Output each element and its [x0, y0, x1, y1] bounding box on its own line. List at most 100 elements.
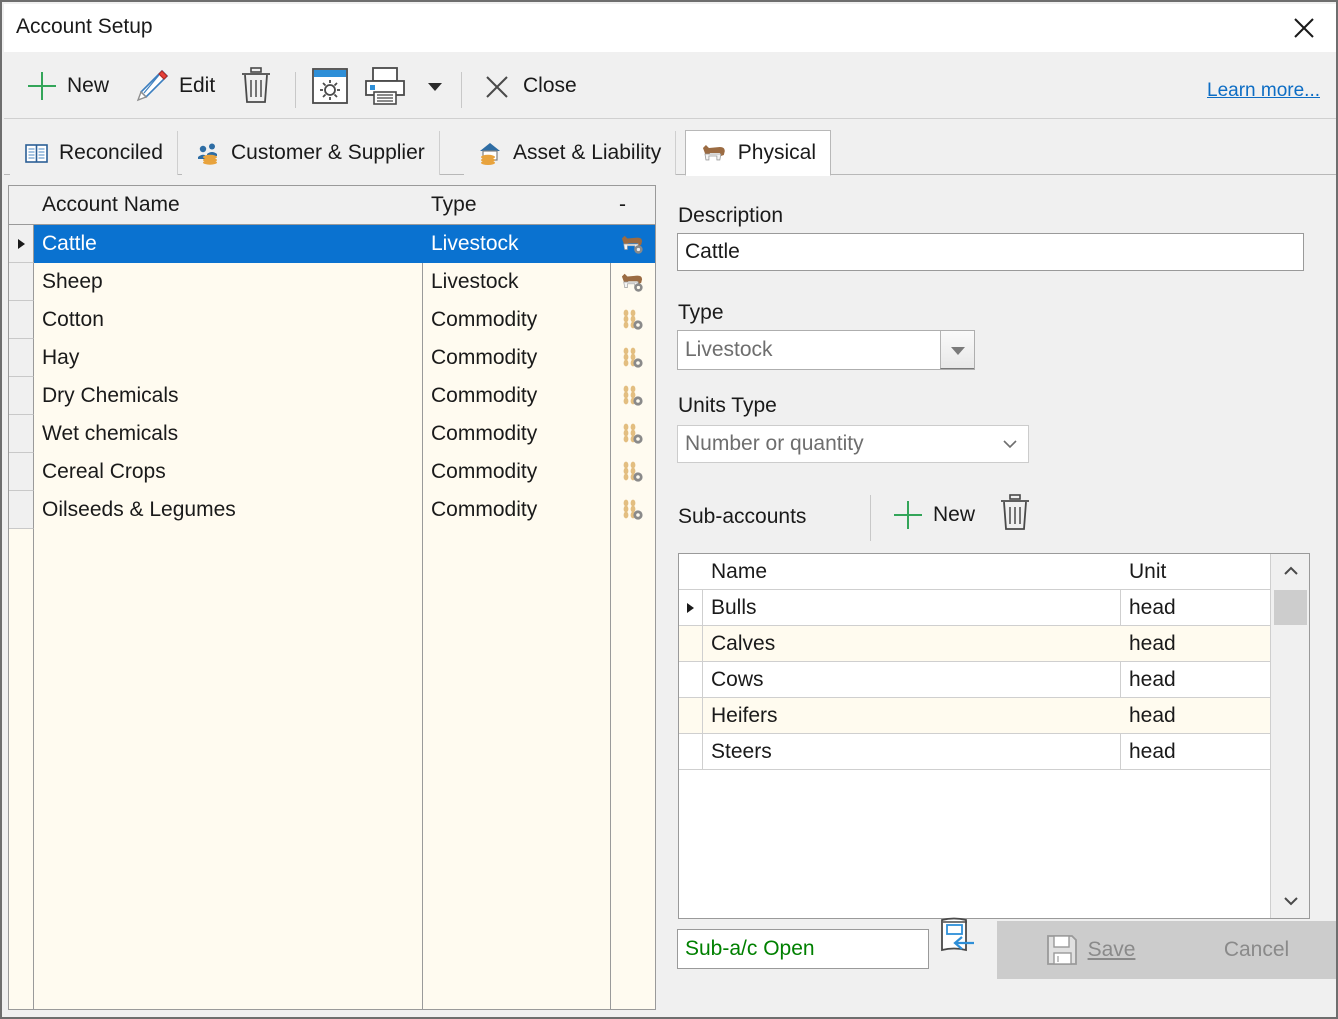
row-selector[interactable]: [679, 590, 703, 625]
cell-name: Bulls: [711, 595, 757, 619]
details-panel: Description Type Livestock Units Type Nu…: [662, 177, 1336, 1017]
house-coins-icon: [480, 142, 500, 165]
tab-reconciled[interactable]: Reconciled: [10, 131, 178, 175]
sub-account-delete-button[interactable]: [996, 491, 1034, 535]
row-selector[interactable]: [9, 491, 34, 529]
col-header-account-name[interactable]: Account Name: [34, 186, 422, 224]
trash-icon: [242, 67, 270, 103]
col-header-name[interactable]: Name: [703, 554, 1120, 589]
row-selector[interactable]: [679, 698, 703, 733]
table-row[interactable]: Steers head: [679, 734, 1309, 770]
row-selector[interactable]: [9, 263, 34, 301]
col-header-unit[interactable]: Unit: [1121, 554, 1269, 589]
table-row[interactable]: Calves head: [679, 626, 1309, 662]
sub-accounts-label: Sub-accounts: [678, 505, 807, 528]
type-dropdown-value: Livestock: [685, 338, 773, 361]
type-dropdown[interactable]: Livestock: [677, 330, 975, 370]
col-header-type[interactable]: Type: [423, 186, 610, 224]
scrollbar-thumb[interactable]: [1274, 590, 1307, 625]
cell-unit: head: [1129, 703, 1176, 727]
wheat-gear-icon: [623, 461, 643, 482]
cell-name: Steers: [711, 739, 772, 763]
sub-ac-open-field[interactable]: Sub-a/c Open: [677, 929, 929, 969]
print-button[interactable]: [361, 64, 409, 108]
type-label: Type: [678, 301, 724, 324]
new-button[interactable]: New: [24, 64, 109, 108]
col-header-icon[interactable]: -: [611, 186, 655, 224]
cell-icon: [611, 339, 655, 377]
scroll-down-button[interactable]: [1271, 884, 1309, 918]
close-button[interactable]: Close: [478, 64, 577, 108]
row-selector[interactable]: [9, 453, 34, 491]
sub-ac-open-label: Sub-a/c Open: [685, 937, 815, 960]
cell-icon: [611, 491, 655, 529]
sub-account-new-label: New: [933, 503, 976, 526]
accounts-grid: Account Name Type - Cattle Livestock She…: [8, 185, 656, 1010]
table-row[interactable]: Bulls head: [679, 590, 1309, 626]
table-row[interactable]: Cereal Crops Commodity: [9, 453, 655, 491]
chevron-up-icon: [1283, 566, 1298, 575]
scroll-up-button[interactable]: [1271, 554, 1309, 588]
cell-account-name: Oilseeds & Legumes: [42, 498, 236, 521]
close-icon: [1294, 18, 1314, 38]
print-dropdown-button[interactable]: [424, 64, 446, 108]
row-selector[interactable]: [679, 734, 703, 769]
sub-accounts-scrollbar[interactable]: [1270, 554, 1309, 918]
table-row[interactable]: Oilseeds & Legumes Commodity: [9, 491, 655, 529]
save-button[interactable]: Save: [997, 921, 1182, 979]
cell-unit: head: [1129, 631, 1176, 655]
cell-account-name: Wet chemicals: [42, 422, 179, 445]
sub-ac-open-button[interactable]: [934, 917, 978, 961]
cell-icon: [611, 415, 655, 453]
people-coins-icon: [198, 143, 217, 165]
wheat-gear-icon: [623, 423, 643, 444]
tab-customer-supplier[interactable]: Customer & Supplier: [182, 131, 440, 175]
delete-button[interactable]: [237, 64, 275, 108]
sub-account-new-button[interactable]: New: [890, 493, 975, 537]
learn-more-link[interactable]: Learn more...: [1207, 80, 1320, 102]
edit-button-label: Edit: [179, 74, 216, 97]
tab-physical[interactable]: Physical: [685, 130, 831, 176]
plus-icon: [28, 72, 56, 100]
close-window-button[interactable]: [1284, 9, 1324, 47]
chevron-down-icon: [428, 83, 442, 91]
row-selector[interactable]: [9, 415, 34, 453]
table-row[interactable]: Cotton Commodity: [9, 301, 655, 339]
units-type-dropdown[interactable]: Number or quantity: [677, 425, 1029, 463]
edit-button[interactable]: Edit: [132, 64, 215, 108]
settings-button[interactable]: [309, 64, 351, 108]
units-type-dropdown-arrow[interactable]: [992, 438, 1028, 450]
row-selector[interactable]: [9, 301, 34, 339]
accounts-grid-header: Account Name Type -: [9, 186, 655, 225]
chevron-down-icon: [950, 346, 965, 355]
description-input[interactable]: [677, 233, 1304, 271]
cell-name: Cows: [711, 667, 764, 691]
table-row[interactable]: Heifers head: [679, 698, 1309, 734]
tab-asset-liability[interactable]: Asset & Liability: [464, 131, 677, 175]
cow-icon: [702, 145, 725, 161]
save-button-label: Save: [1087, 938, 1136, 961]
toolbar-separator-2: [461, 72, 462, 108]
row-selector[interactable]: [9, 377, 34, 415]
cell-type: Commodity: [431, 422, 538, 445]
row-selector[interactable]: [9, 225, 34, 263]
table-row[interactable]: Cows head: [679, 662, 1309, 698]
cell-unit: head: [1129, 739, 1176, 763]
table-row[interactable]: Hay Commodity: [9, 339, 655, 377]
row-selector[interactable]: [679, 662, 703, 697]
table-row[interactable]: Wet chemicals Commodity: [9, 415, 655, 453]
table-row[interactable]: Dry Chemicals Commodity: [9, 377, 655, 415]
tab-physical-label: Physical: [737, 141, 816, 164]
table-row[interactable]: Sheep Livestock: [9, 263, 655, 301]
current-row-marker: [687, 602, 694, 613]
cancel-button[interactable]: Cancel: [1174, 921, 1336, 979]
cell-type: Livestock: [431, 232, 519, 255]
window-title: Account Setup: [16, 15, 153, 38]
cell-type: Commodity: [431, 384, 538, 407]
type-dropdown-arrow[interactable]: [940, 331, 974, 369]
sheep-gear-icon: [621, 273, 643, 292]
table-row[interactable]: Cattle Livestock: [9, 225, 655, 263]
row-selector[interactable]: [679, 626, 703, 661]
row-selector[interactable]: [9, 339, 34, 377]
cell-type: Commodity: [431, 346, 538, 369]
